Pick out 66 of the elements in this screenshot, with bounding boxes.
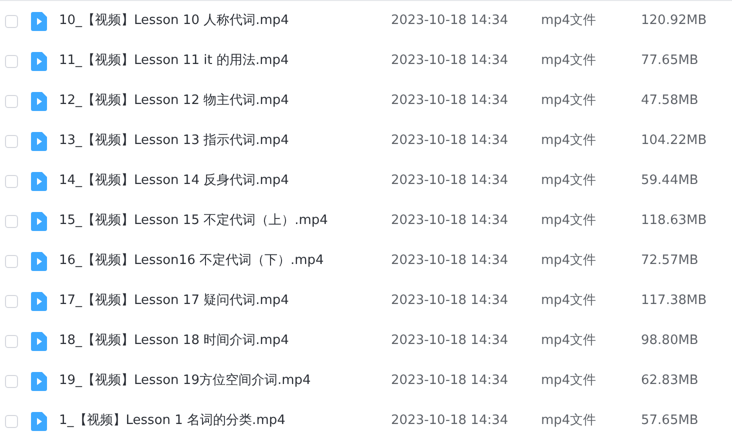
modified-date: 2023-10-18 14:34 xyxy=(391,172,508,190)
checkbox[interactable] xyxy=(5,174,18,188)
video-file-icon xyxy=(31,252,47,270)
file-type: mp4文件 xyxy=(541,372,596,390)
file-type: mp4文件 xyxy=(541,172,596,190)
modified-date: 2023-10-18 14:34 xyxy=(391,412,508,430)
file-name[interactable]: 16_【视频】Lesson16 不定代词（下）.mp4 xyxy=(59,251,324,271)
file-type: mp4文件 xyxy=(541,332,596,350)
file-type: mp4文件 xyxy=(541,292,596,310)
checkbox[interactable] xyxy=(5,374,18,388)
checkbox[interactable] xyxy=(5,94,18,108)
file-size: 104.22MB xyxy=(641,132,707,150)
checkbox[interactable] xyxy=(5,134,18,148)
file-name[interactable]: 18_【视频】Lesson 18 时间介词.mp4 xyxy=(59,331,289,351)
modified-date: 2023-10-18 14:34 xyxy=(391,52,508,70)
file-name[interactable]: 17_【视频】Lesson 17 疑问代词.mp4 xyxy=(59,291,289,311)
video-file-icon xyxy=(31,12,47,30)
file-name[interactable]: 1_【视频】Lesson 1 名词的分类.mp4 xyxy=(59,411,286,431)
video-file-icon xyxy=(31,172,47,190)
checkbox[interactable] xyxy=(5,54,18,68)
file-name[interactable]: 14_【视频】Lesson 14 反身代词.mp4 xyxy=(59,171,289,191)
file-type: mp4文件 xyxy=(541,12,596,30)
modified-date: 2023-10-18 14:34 xyxy=(391,92,508,110)
file-size: 47.58MB xyxy=(641,92,698,110)
video-file-icon xyxy=(31,372,47,390)
file-name[interactable]: 11_【视频】Lesson 11 it 的用法.mp4 xyxy=(59,51,289,71)
file-name[interactable]: 12_【视频】Lesson 12 物主代词.mp4 xyxy=(59,91,289,111)
modified-date: 2023-10-18 14:34 xyxy=(391,332,508,350)
video-file-icon xyxy=(31,92,47,110)
file-size: 59.44MB xyxy=(641,172,698,190)
file-name[interactable]: 15_【视频】Lesson 15 不定代词（上）.mp4 xyxy=(59,211,328,231)
checkbox[interactable] xyxy=(5,214,18,228)
modified-date: 2023-10-18 14:34 xyxy=(391,252,508,270)
file-size: 57.65MB xyxy=(641,412,698,430)
video-file-icon xyxy=(31,212,47,230)
file-name[interactable]: 19_【视频】Lesson 19方位空间介词.mp4 xyxy=(59,371,311,391)
file-name[interactable]: 13_【视频】Lesson 13 指示代词.mp4 xyxy=(59,131,289,151)
video-file-icon xyxy=(31,132,47,150)
video-file-icon xyxy=(31,292,47,310)
file-size: 72.57MB xyxy=(641,252,698,270)
file-size: 120.92MB xyxy=(641,12,707,30)
file-size: 77.65MB xyxy=(641,52,698,70)
file-type: mp4文件 xyxy=(541,132,596,150)
file-type: mp4文件 xyxy=(541,412,596,430)
modified-date: 2023-10-18 14:34 xyxy=(391,212,508,230)
file-size: 98.80MB xyxy=(641,332,698,350)
checkbox[interactable] xyxy=(5,294,18,308)
checkbox[interactable] xyxy=(5,14,18,28)
modified-date: 2023-10-18 14:34 xyxy=(391,12,508,30)
file-type: mp4文件 xyxy=(541,92,596,110)
video-file-icon xyxy=(31,412,47,430)
video-file-icon xyxy=(31,52,47,70)
file-size: 118.63MB xyxy=(641,212,707,230)
modified-date: 2023-10-18 14:34 xyxy=(391,292,508,310)
modified-date: 2023-10-18 14:34 xyxy=(391,132,508,150)
file-name[interactable]: 10_【视频】Lesson 10 人称代词.mp4 xyxy=(59,11,289,31)
file-type: mp4文件 xyxy=(541,52,596,70)
modified-date: 2023-10-18 14:34 xyxy=(391,372,508,390)
checkbox[interactable] xyxy=(5,254,18,268)
video-file-icon xyxy=(31,332,47,350)
file-size: 117.38MB xyxy=(641,292,707,310)
file-size: 62.83MB xyxy=(641,372,698,390)
checkbox[interactable] xyxy=(5,414,18,428)
checkbox[interactable] xyxy=(5,334,18,348)
file-type: mp4文件 xyxy=(541,252,596,270)
file-type: mp4文件 xyxy=(541,212,596,230)
